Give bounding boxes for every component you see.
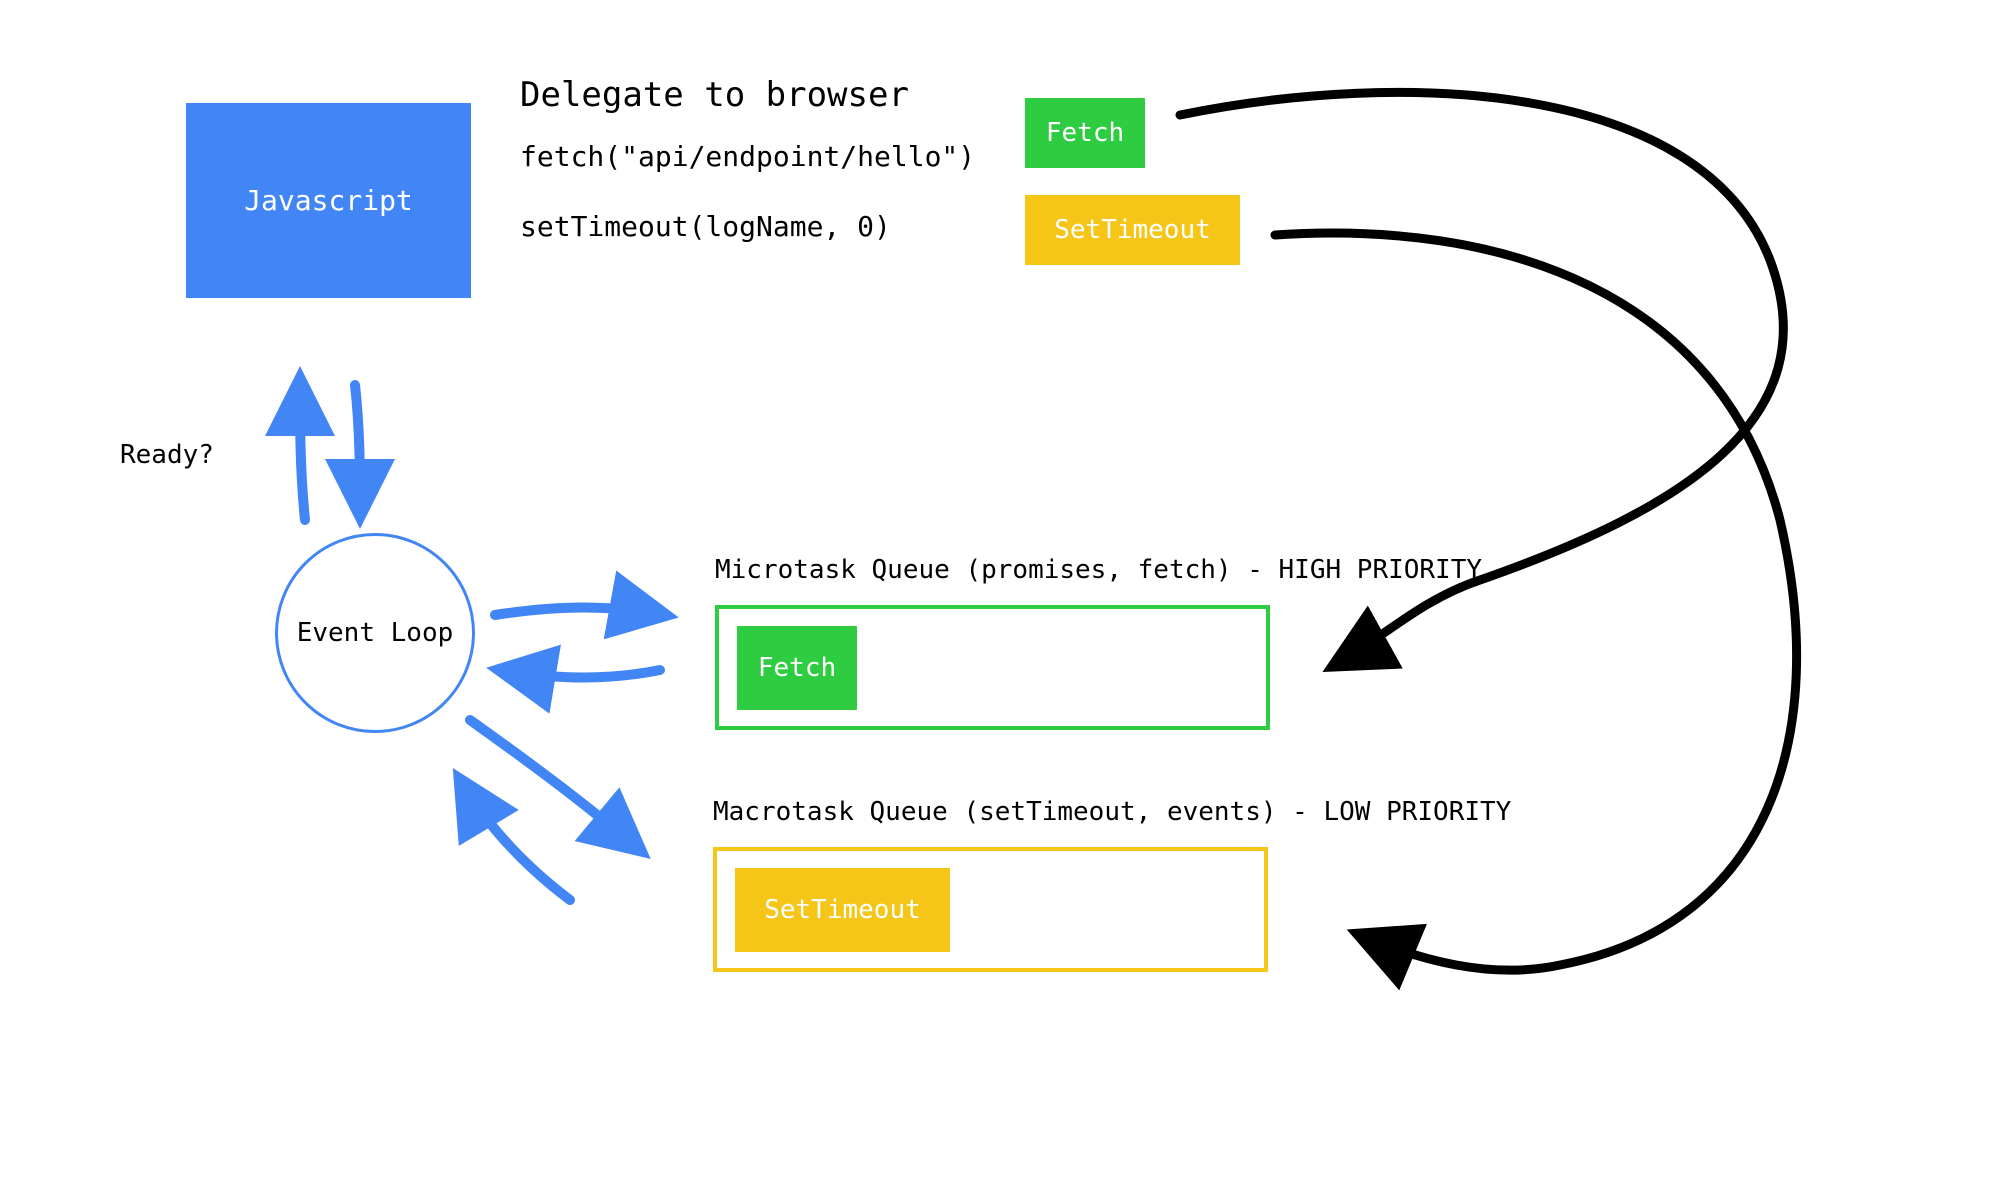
browser-task-fetch-label: Fetch (1046, 118, 1124, 148)
macrotask-item-label: SetTimeout (764, 895, 921, 925)
browser-task-fetch: Fetch (1025, 98, 1145, 168)
arrow-settimeout-to-macrotask-icon (1275, 233, 1797, 970)
arrow-loop-to-macro-icon (470, 720, 640, 850)
macrotask-queue: SetTimeout (713, 847, 1268, 972)
event-loop-label: Event Loop (297, 618, 454, 648)
arrow-micro-to-loop-icon (500, 670, 660, 678)
event-loop-circle: Event Loop (275, 533, 475, 733)
arrow-loop-to-micro-icon (495, 608, 665, 616)
delegate-heading: Delegate to browser (520, 75, 909, 115)
ready-label: Ready? (120, 440, 214, 470)
code-line-settimeout: setTimeout(logName, 0) (520, 210, 891, 243)
macrotask-title: Macrotask Queue (setTimeout, events) - L… (713, 797, 1511, 827)
browser-task-settimeout: SetTimeout (1025, 195, 1240, 265)
microtask-item-label: Fetch (758, 653, 836, 683)
microtask-title: Microtask Queue (promises, fetch) - HIGH… (715, 555, 1482, 585)
microtask-item: Fetch (737, 626, 857, 710)
arrow-js-to-loop-icon (355, 385, 360, 515)
arrow-loop-to-js-icon (300, 380, 305, 520)
javascript-box-label: Javascript (244, 184, 413, 217)
code-line-fetch: fetch("api/endpoint/hello") (520, 140, 975, 173)
arrow-macro-to-loop-icon (460, 780, 570, 900)
macrotask-item: SetTimeout (735, 868, 950, 952)
browser-task-settimeout-label: SetTimeout (1054, 215, 1211, 245)
javascript-box: Javascript (186, 103, 471, 298)
microtask-queue: Fetch (715, 605, 1270, 730)
